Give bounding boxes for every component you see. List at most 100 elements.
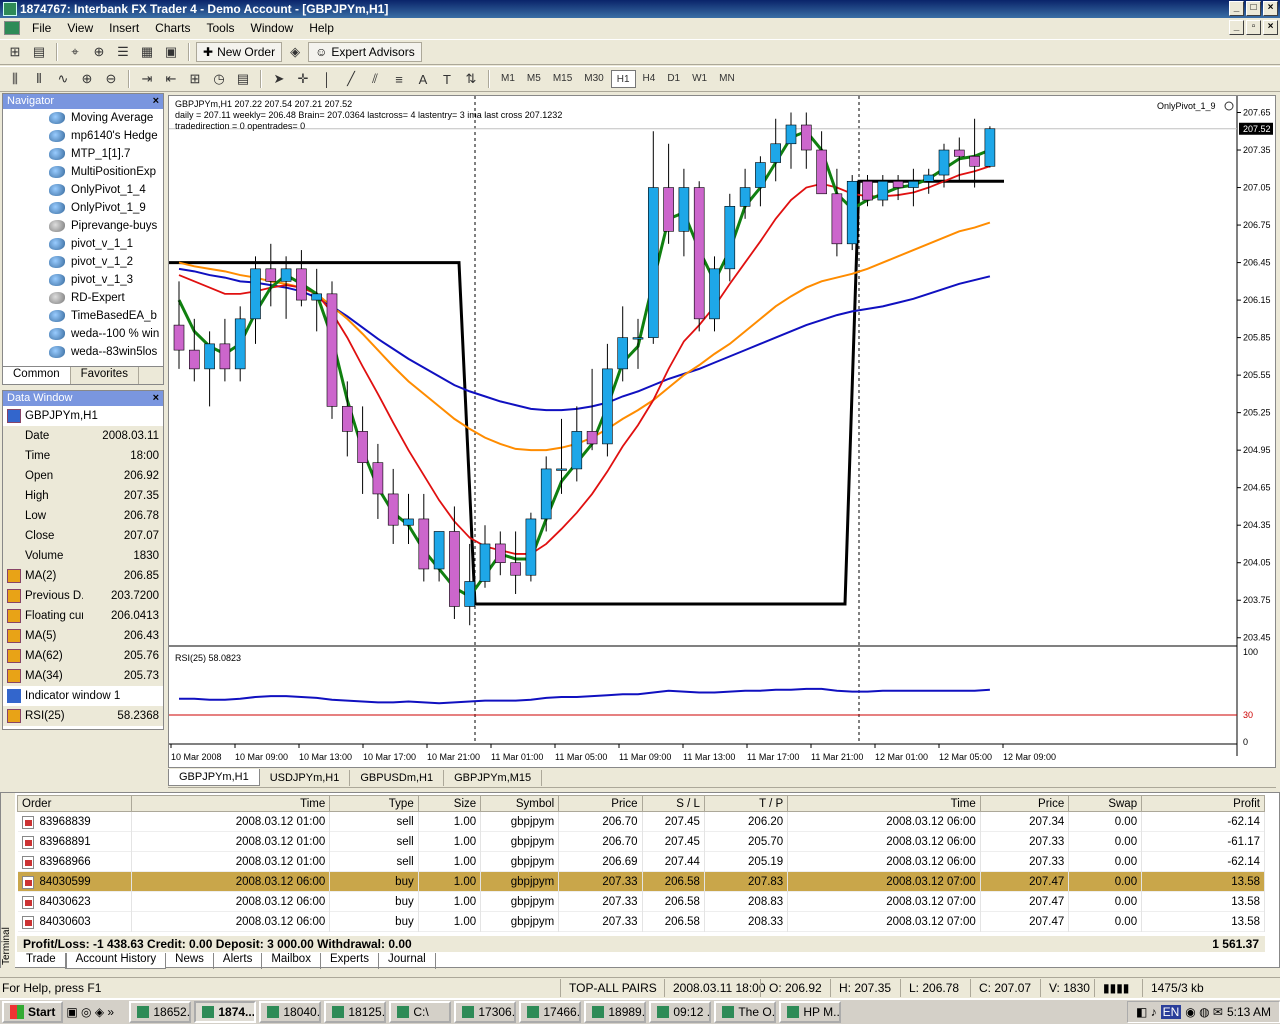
timeframe-m5[interactable]: M5 [522, 70, 546, 88]
menu-tools[interactable]: Tools [199, 21, 243, 35]
terminal-tab[interactable]: Journal [379, 953, 436, 969]
navigator-item[interactable]: mp6140's Hedge [3, 127, 163, 145]
chart-window-icon[interactable] [4, 21, 20, 35]
market-watch-icon[interactable]: ⌖ [64, 42, 86, 62]
column-header[interactable]: Swap [1068, 795, 1143, 812]
column-header[interactable]: Profit [1141, 795, 1265, 812]
channel-icon[interactable]: ⫽ [364, 69, 386, 89]
timeframe-h1[interactable]: H1 [610, 70, 636, 88]
maximize-button[interactable]: □ [1246, 1, 1261, 16]
crosshair-icon[interactable]: ✛ [292, 69, 314, 89]
chart-tab-gbpjpy-h1[interactable]: GBPJPYm,H1 [168, 769, 260, 786]
column-header[interactable]: Time [131, 795, 331, 812]
column-header[interactable]: Order [16, 795, 133, 812]
column-header[interactable]: S / L [641, 795, 705, 812]
text-label-icon[interactable]: T [436, 69, 458, 89]
terminal-tab[interactable]: Trade [17, 953, 66, 969]
terminal-tab[interactable]: Experts [321, 953, 379, 969]
task-button[interactable]: 1874... [194, 1001, 257, 1023]
task-button[interactable]: The O... [714, 1001, 777, 1023]
data-window-icon[interactable]: ⊕ [88, 42, 110, 62]
task-button[interactable]: 18652... [129, 1001, 192, 1023]
timeframe-m30[interactable]: M30 [579, 70, 608, 88]
navigator-item[interactable]: weda--100 % win [3, 325, 163, 343]
mdi-restore-button[interactable]: ▫ [1246, 20, 1261, 35]
navigator-item[interactable]: pivot_v_1_3 [3, 271, 163, 289]
task-button[interactable]: 18989... [584, 1001, 647, 1023]
timeframe-d1[interactable]: D1 [662, 70, 685, 88]
navigator-item[interactable]: TimeBasedEA_b [3, 307, 163, 325]
start-button[interactable]: Start [2, 1001, 64, 1023]
navigator-item[interactable]: RD-Expert [3, 289, 163, 307]
chart-tab-gbpjpy-m15[interactable]: GBPJPYm,M15 [444, 769, 543, 786]
metaeditor-icon[interactable]: ◈ [284, 42, 306, 62]
profiles-icon[interactable]: ▤ [28, 42, 50, 62]
task-button[interactable]: HP M... [779, 1001, 842, 1023]
column-header[interactable]: T / P [703, 795, 789, 812]
terminal-tab[interactable]: Account History [65, 953, 167, 969]
menu-file[interactable]: File [24, 21, 59, 35]
chart-shift-icon[interactable]: ⇤ [160, 69, 182, 89]
terminal-tab[interactable]: Mailbox [262, 953, 321, 969]
column-header[interactable]: Price [558, 795, 643, 812]
text-icon[interactable]: A [412, 69, 434, 89]
bar-chart-icon[interactable]: ⫼ [4, 69, 26, 89]
terminal-tab[interactable]: Alerts [214, 953, 263, 969]
table-row[interactable]: 83968891 2008.03.12 01:00 sell 1.00 gbpjpym 2… [17, 831, 1265, 852]
timeframe-m15[interactable]: M15 [548, 70, 577, 88]
menu-insert[interactable]: Insert [101, 21, 147, 35]
timeframe-m1[interactable]: M1 [496, 70, 520, 88]
fibonacci-icon[interactable]: ≡ [388, 69, 410, 89]
navigator-item[interactable]: OnlyPivot_1_9 [3, 199, 163, 217]
trendline-icon[interactable]: ╱ [340, 69, 362, 89]
task-button[interactable]: 18125... [324, 1001, 387, 1023]
cursor-icon[interactable]: ➤ [268, 69, 290, 89]
task-button[interactable]: 17306... [454, 1001, 517, 1023]
task-button[interactable]: 18040... [259, 1001, 322, 1023]
line-chart-icon[interactable]: ∿ [52, 69, 74, 89]
price-chart[interactable]: 207.65 207.35 207.05 206.75 206.45 206.15 205.… [169, 96, 1275, 767]
vertical-line-icon[interactable]: │ [316, 69, 338, 89]
table-row[interactable]: 84030623 2008.03.12 06:00 buy 1.00 gbpjpym 20… [17, 891, 1265, 912]
table-row[interactable]: 83968839 2008.03.12 01:00 sell 1.00 gbpjpym 2… [17, 811, 1265, 832]
navigator-item[interactable]: MTP_1[1].7 [3, 145, 163, 163]
candlesticks-icon[interactable]: ⫴ [28, 69, 50, 89]
new-order-button[interactable]: ✚ New Order [196, 42, 283, 62]
lang-indicator[interactable]: EN [1160, 1005, 1182, 1019]
navigator-item[interactable]: Moving Average [3, 109, 163, 127]
autoscroll-icon[interactable]: ⇥ [136, 69, 158, 89]
chart-tab-usdjpy-h1[interactable]: USDJPYm,H1 [260, 769, 351, 786]
column-header[interactable]: Price [979, 795, 1070, 812]
strategy-tester-icon[interactable]: ▣ [160, 42, 182, 62]
menu-help[interactable]: Help [301, 21, 342, 35]
navigator-item[interactable]: OnlyPivot_1_4 [3, 181, 163, 199]
navigator-item[interactable]: pivot_v_1_2 [3, 253, 163, 271]
close-button[interactable]: × [1263, 1, 1278, 16]
navigator-tab-common[interactable]: Common [3, 367, 71, 384]
chart-tab-gbpusd-h1[interactable]: GBPUSDm,H1 [350, 769, 445, 786]
timeframe-w1[interactable]: W1 [687, 70, 712, 88]
task-button[interactable]: 17466... [519, 1001, 582, 1023]
menu-window[interactable]: Window [243, 21, 302, 35]
navigator-tab-favorites[interactable]: Favorites [71, 367, 139, 384]
terminal-tab[interactable]: News [166, 953, 214, 969]
column-header[interactable]: Size [417, 795, 482, 812]
zoom-in-icon[interactable]: ⊕ [76, 69, 98, 89]
column-header[interactable]: Type [329, 795, 419, 812]
navigator-item[interactable]: MultiPositionExp [3, 163, 163, 181]
navigator-icon[interactable]: ☰ [112, 42, 134, 62]
table-row[interactable]: 83968966 2008.03.12 01:00 sell 1.00 gbpjpym 2… [17, 851, 1265, 872]
table-row[interactable]: 84030603 2008.03.12 06:00 buy 1.00 gbpjpym 20… [17, 911, 1265, 932]
new-chart-icon[interactable]: ⊞ [4, 42, 26, 62]
chart-window[interactable]: 207.65 207.35 207.05 206.75 206.45 206.15 205.… [168, 95, 1276, 768]
indicators-icon[interactable]: ⊞ [184, 69, 206, 89]
menu-charts[interactable]: Charts [147, 21, 198, 35]
table-row[interactable]: 84030599 2008.03.12 06:00 buy 1.00 gbpjpym 20… [17, 871, 1265, 892]
mdi-minimize-button[interactable]: _ [1229, 20, 1244, 35]
task-button[interactable]: C:\ [389, 1001, 452, 1023]
mdi-close-button[interactable]: × [1263, 20, 1278, 35]
timeframe-mn[interactable]: MN [714, 70, 740, 88]
data-window-close-icon[interactable]: × [153, 391, 159, 406]
minimize-button[interactable]: _ [1229, 1, 1244, 16]
menu-view[interactable]: View [59, 21, 101, 35]
